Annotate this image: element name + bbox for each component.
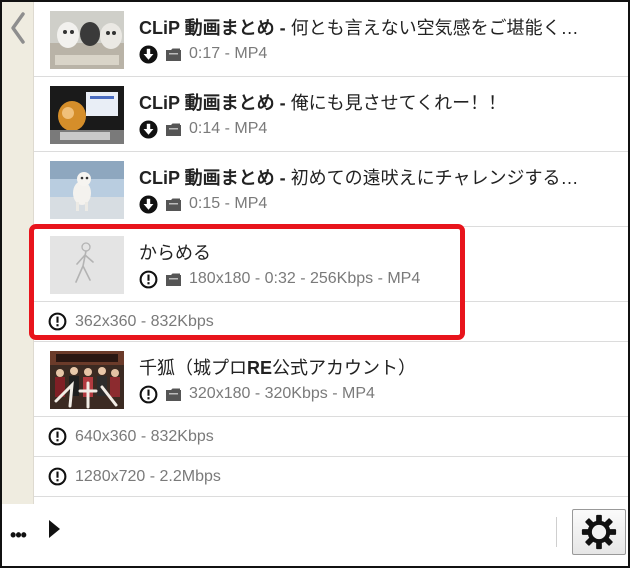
video-item[interactable]: CLiP 動画まとめ - 俺にも見させてくれー！！ 0:14 - MP4: [34, 77, 628, 152]
format-label: 640x360 - 832Kbps: [75, 427, 214, 445]
folder-icon: [166, 198, 181, 211]
format-label: 362x360 - 832Kbps: [75, 312, 214, 330]
video-item[interactable]: からめる 180x180 - 0:32 - 256Kbps - MP4: [34, 227, 628, 302]
alert-icon: [48, 427, 67, 446]
format-option[interactable]: 640x360 - 832Kbps: [34, 417, 628, 457]
bottom-toolbar: [2, 504, 628, 566]
video-format-info: 0:15 - MP4: [189, 195, 268, 212]
folder-icon: [166, 123, 181, 136]
download-icon[interactable]: [139, 194, 158, 214]
video-thumbnail: [50, 161, 124, 219]
video-thumbnail: [50, 86, 124, 144]
video-item[interactable]: 千狐（城プロRE公式アカウント） 320x180 - 320Kbps - MP4: [34, 342, 628, 417]
video-format-info: 0:14 - MP4: [189, 120, 268, 137]
video-title: CLiP 動画まとめ - 初めての遠吠えにチャレンジする…: [139, 168, 579, 188]
video-format-info: 0:17 - MP4: [189, 45, 268, 62]
folder-icon: [166, 273, 181, 286]
alert-icon: [48, 467, 67, 486]
video-title: CLiP 動画まとめ - 俺にも見させてくれー！！: [139, 93, 507, 113]
app-window: CLiP 動画まとめ - 何とも言えない空気感をご堪能く… 0:17 - MP4: [0, 0, 630, 568]
download-icon[interactable]: [139, 119, 158, 139]
video-item[interactable]: CLiP 動画まとめ - 初めての遠吠えにチャレンジする… 0:15 - MP4: [34, 152, 628, 227]
format-meta: 362x360 - 832Kbps: [48, 312, 214, 331]
video-format-info: 180x180 - 0:32 - 256Kbps - MP4: [189, 270, 421, 287]
format-option[interactable]: 1280x720 - 2.2Mbps: [34, 457, 628, 497]
format-option[interactable]: 362x360 - 832Kbps: [34, 302, 628, 342]
video-title: からめる: [139, 243, 211, 263]
ellipsis-icon: •••: [10, 524, 27, 545]
format-meta: 1280x720 - 2.2Mbps: [48, 467, 221, 486]
video-meta: 0:15 - MP4: [139, 193, 267, 215]
video-thumbnail: [50, 236, 124, 294]
video-list: CLiP 動画まとめ - 何とも言えない空気感をご堪能く… 0:17 - MP4: [34, 2, 628, 497]
toolbar-divider: [556, 517, 557, 547]
video-meta: 320x180 - 320Kbps - MP4: [139, 383, 375, 405]
chevron-left-icon[interactable]: [6, 8, 30, 48]
sidebar-strip: [2, 2, 34, 566]
video-title: 千狐（城プロRE公式アカウント）: [139, 358, 417, 378]
video-meta: 0:17 - MP4: [139, 43, 267, 65]
alert-icon[interactable]: [139, 385, 158, 404]
video-item[interactable]: CLiP 動画まとめ - 何とも言えない空気感をご堪能く… 0:17 - MP4: [34, 2, 628, 77]
video-thumbnail: [50, 351, 124, 409]
folder-icon: [166, 48, 181, 61]
video-meta: 180x180 - 0:32 - 256Kbps - MP4: [139, 268, 420, 290]
settings-button[interactable]: [572, 509, 626, 555]
play-icon[interactable]: [46, 517, 62, 541]
download-icon[interactable]: [139, 44, 158, 64]
more-button[interactable]: •••: [2, 506, 34, 564]
alert-icon: [48, 312, 67, 331]
video-thumbnail: [50, 11, 124, 69]
video-meta: 0:14 - MP4: [139, 118, 267, 140]
video-title: CLiP 動画まとめ - 何とも言えない空気感をご堪能く…: [139, 18, 579, 38]
alert-icon[interactable]: [139, 270, 158, 289]
format-label: 1280x720 - 2.2Mbps: [75, 467, 221, 485]
gear-icon: [581, 514, 617, 550]
video-format-info: 320x180 - 320Kbps - MP4: [189, 385, 375, 402]
folder-icon: [166, 388, 181, 401]
format-meta: 640x360 - 832Kbps: [48, 427, 214, 446]
